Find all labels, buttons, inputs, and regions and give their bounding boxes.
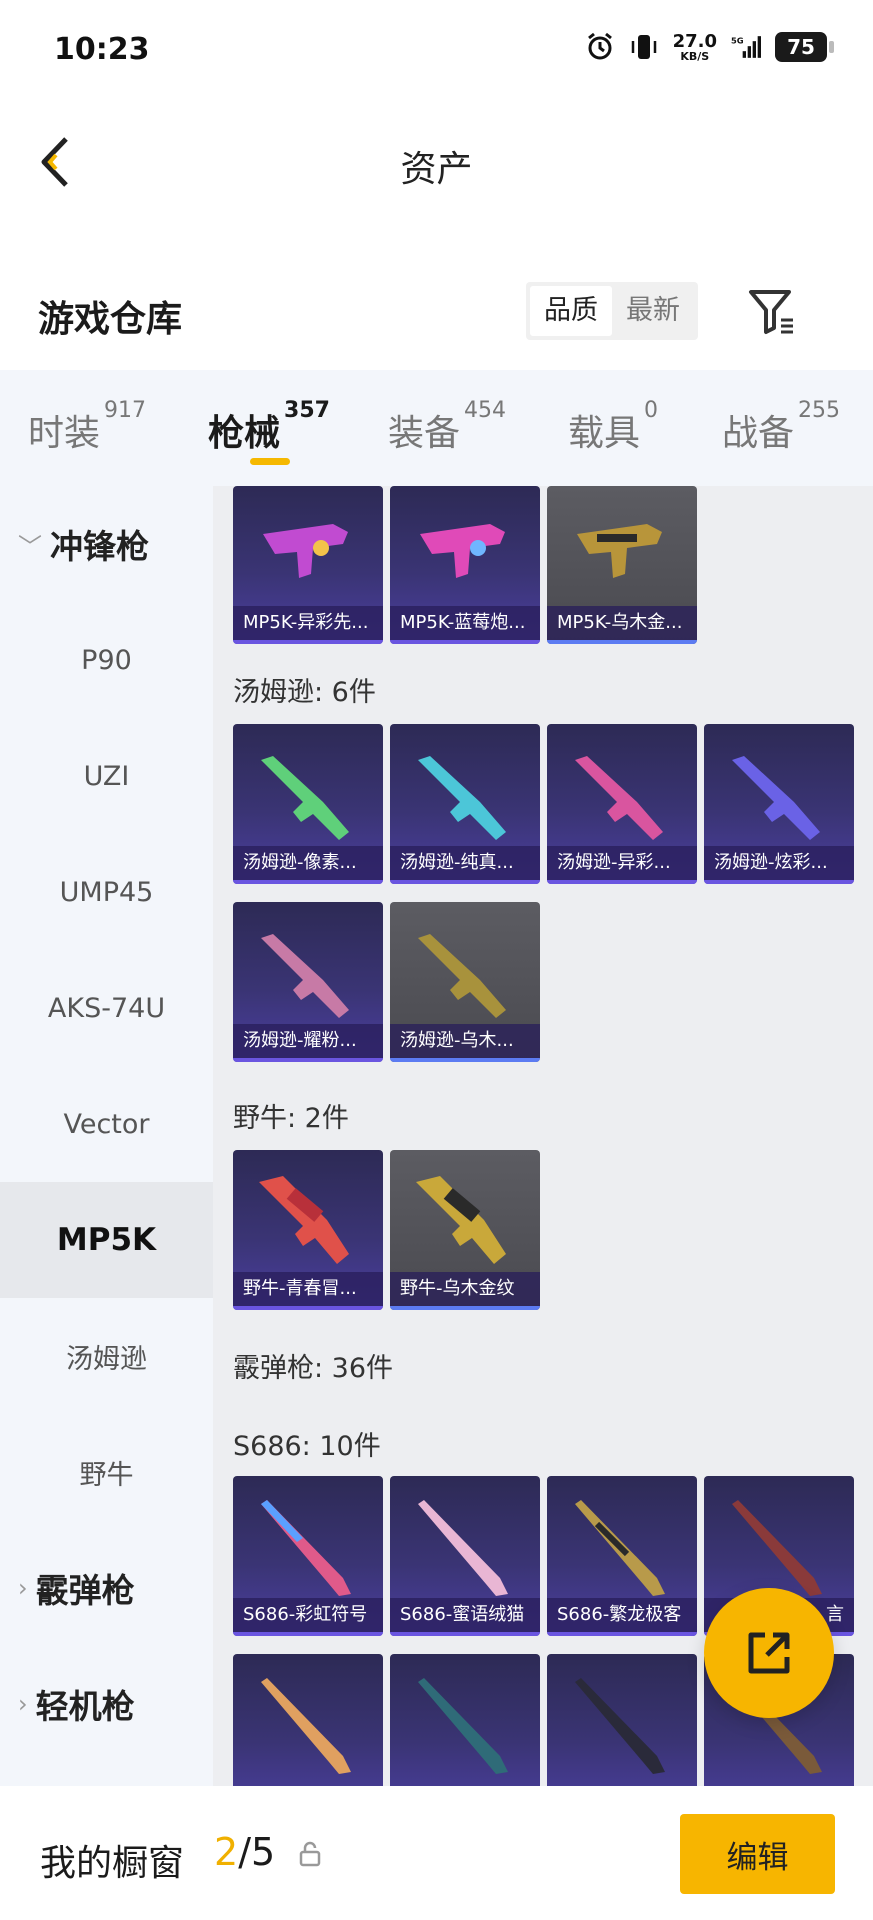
status-time: 10:23 <box>54 32 150 67</box>
share-button[interactable] <box>704 1588 834 1718</box>
item-card[interactable]: MP5K-蓝莓炮... <box>390 486 540 644</box>
battery-indicator: 75 <box>775 32 834 62</box>
item-card[interactable] <box>233 1654 383 1786</box>
item-card[interactable]: S686-蜜语绒猫 <box>390 1476 540 1636</box>
status-icons: 27.0 KB/S 5G 75 <box>585 30 834 64</box>
showcase-count: 2/5 <box>214 1830 276 1874</box>
item-card[interactable] <box>547 1654 697 1786</box>
showcase-bar: 我的橱窗 2/5 编辑 <box>0 1786 873 1920</box>
sort-toggle: 品质 最新 <box>526 282 698 340</box>
shotgun-skin-icon <box>418 1678 508 1774</box>
tab-equipment[interactable]: 装备454 <box>388 398 506 456</box>
shotgun-skin-icon <box>732 1500 822 1596</box>
sort-newest-button[interactable]: 最新 <box>612 286 694 336</box>
tab-firearms[interactable]: 枪械357 <box>208 398 330 456</box>
svg-text:5G: 5G <box>731 36 744 46</box>
category-tabs: 时装917 枪械357 装备454 载具0 战备255 <box>0 370 873 486</box>
chevron-right-icon: › <box>18 1690 28 1718</box>
thompson-skin-icon <box>261 934 349 1018</box>
sidebar-item-ump45[interactable]: UMP45 <box>0 834 213 950</box>
sidebar-item-vector[interactable]: Vector <box>0 1066 213 1182</box>
section-title-thompson: 汤姆逊: 6件 <box>233 677 376 708</box>
chevron-down-icon: ﹀ <box>18 532 42 561</box>
bizon-skin-icon <box>416 1176 506 1264</box>
smg-skin-icon <box>263 524 348 578</box>
warehouse-title: 游戏仓库 <box>38 299 183 340</box>
sidebar-item-thompson[interactable]: 汤姆逊 <box>0 1298 213 1414</box>
signal-5g-icon: 5G <box>731 30 761 64</box>
item-card[interactable]: S686-彩虹符号 <box>233 1476 383 1636</box>
thompson-skin-icon <box>575 756 663 840</box>
weapon-type-sidebar: ﹀ 冲锋枪 P90 UZI UMP45 AKS-74U Vector MP5K 汤… <box>0 486 213 1786</box>
item-card[interactable]: 野牛-乌木金纹 <box>390 1150 540 1310</box>
net-speed: 27.0 KB/S <box>672 30 717 63</box>
thompson-skin-icon <box>261 756 349 840</box>
shotgun-skin-icon <box>261 1500 351 1596</box>
shotgun-skin-icon <box>575 1500 665 1596</box>
item-card[interactable]: 汤姆逊-乌木... <box>390 902 540 1062</box>
shotgun-skin-icon <box>575 1678 665 1774</box>
tab-vehicles[interactable]: 载具0 <box>568 398 658 456</box>
tab-supplies[interactable]: 战备255 <box>722 398 840 456</box>
bizon-skin-icon <box>259 1176 349 1264</box>
sidebar-item-aks74u[interactable]: AKS-74U <box>0 950 213 1066</box>
item-card[interactable]: MP5K-异彩先... <box>233 486 383 644</box>
thompson-skin-icon <box>732 756 820 840</box>
filter-button[interactable] <box>742 284 802 340</box>
page-title: 资产 <box>400 149 473 190</box>
shotgun-skin-icon <box>261 1678 351 1774</box>
thompson-skin-icon <box>418 756 506 840</box>
sidebar-item-mp5k[interactable]: MP5K <box>0 1182 213 1298</box>
item-card[interactable]: 野牛-青春冒... <box>233 1150 383 1310</box>
active-tab-indicator <box>250 458 290 465</box>
section-title-s686: S686: 10件 <box>233 1431 381 1462</box>
section-title-bizon: 野牛: 2件 <box>233 1103 349 1134</box>
tab-fashion[interactable]: 时装917 <box>28 398 146 456</box>
sidebar-item-p90[interactable]: P90 <box>0 602 213 718</box>
shotgun-skin-icon <box>418 1500 508 1596</box>
vibrate-icon <box>629 30 659 64</box>
sidebar-item-uzi[interactable]: UZI <box>0 718 213 834</box>
edit-button[interactable]: 编辑 <box>680 1814 835 1894</box>
item-card[interactable]: 汤姆逊-炫彩... <box>704 724 854 884</box>
smg-skin-icon <box>420 524 505 578</box>
sidebar-item-bizon[interactable]: 野牛 <box>0 1414 213 1530</box>
sidebar-group-lmg[interactable]: › 轻机枪 <box>0 1646 213 1762</box>
share-icon <box>748 1632 790 1674</box>
item-card[interactable]: MP5K-乌木金... <box>547 486 697 644</box>
alarm-icon <box>585 30 615 64</box>
item-card[interactable]: S686-繁龙极客 <box>547 1476 697 1636</box>
chevron-right-icon: › <box>18 1574 28 1602</box>
sort-quality-button[interactable]: 品质 <box>530 286 612 336</box>
status-bar: 10:23 27.0 KB/S 5G 75 <box>0 0 873 100</box>
sidebar-group-smg[interactable]: ﹀ 冲锋枪 <box>0 486 213 602</box>
item-card[interactable]: 汤姆逊-纯真... <box>390 724 540 884</box>
smg-skin-icon <box>577 524 662 578</box>
sidebar-group-shotgun[interactable]: › 霰弹枪 <box>0 1530 213 1646</box>
filter-icon <box>749 290 793 334</box>
item-card[interactable] <box>390 1654 540 1786</box>
showcase-title: 我的橱窗 <box>40 1843 185 1884</box>
thompson-skin-icon <box>418 934 506 1018</box>
item-card[interactable]: 汤姆逊-像素... <box>233 724 383 884</box>
item-card[interactable]: 汤姆逊-耀粉... <box>233 902 383 1062</box>
item-card[interactable]: 汤姆逊-异彩... <box>547 724 697 884</box>
lock-icon <box>299 1841 321 1867</box>
section-title-shotgun: 霰弹枪: 36件 <box>233 1353 394 1384</box>
